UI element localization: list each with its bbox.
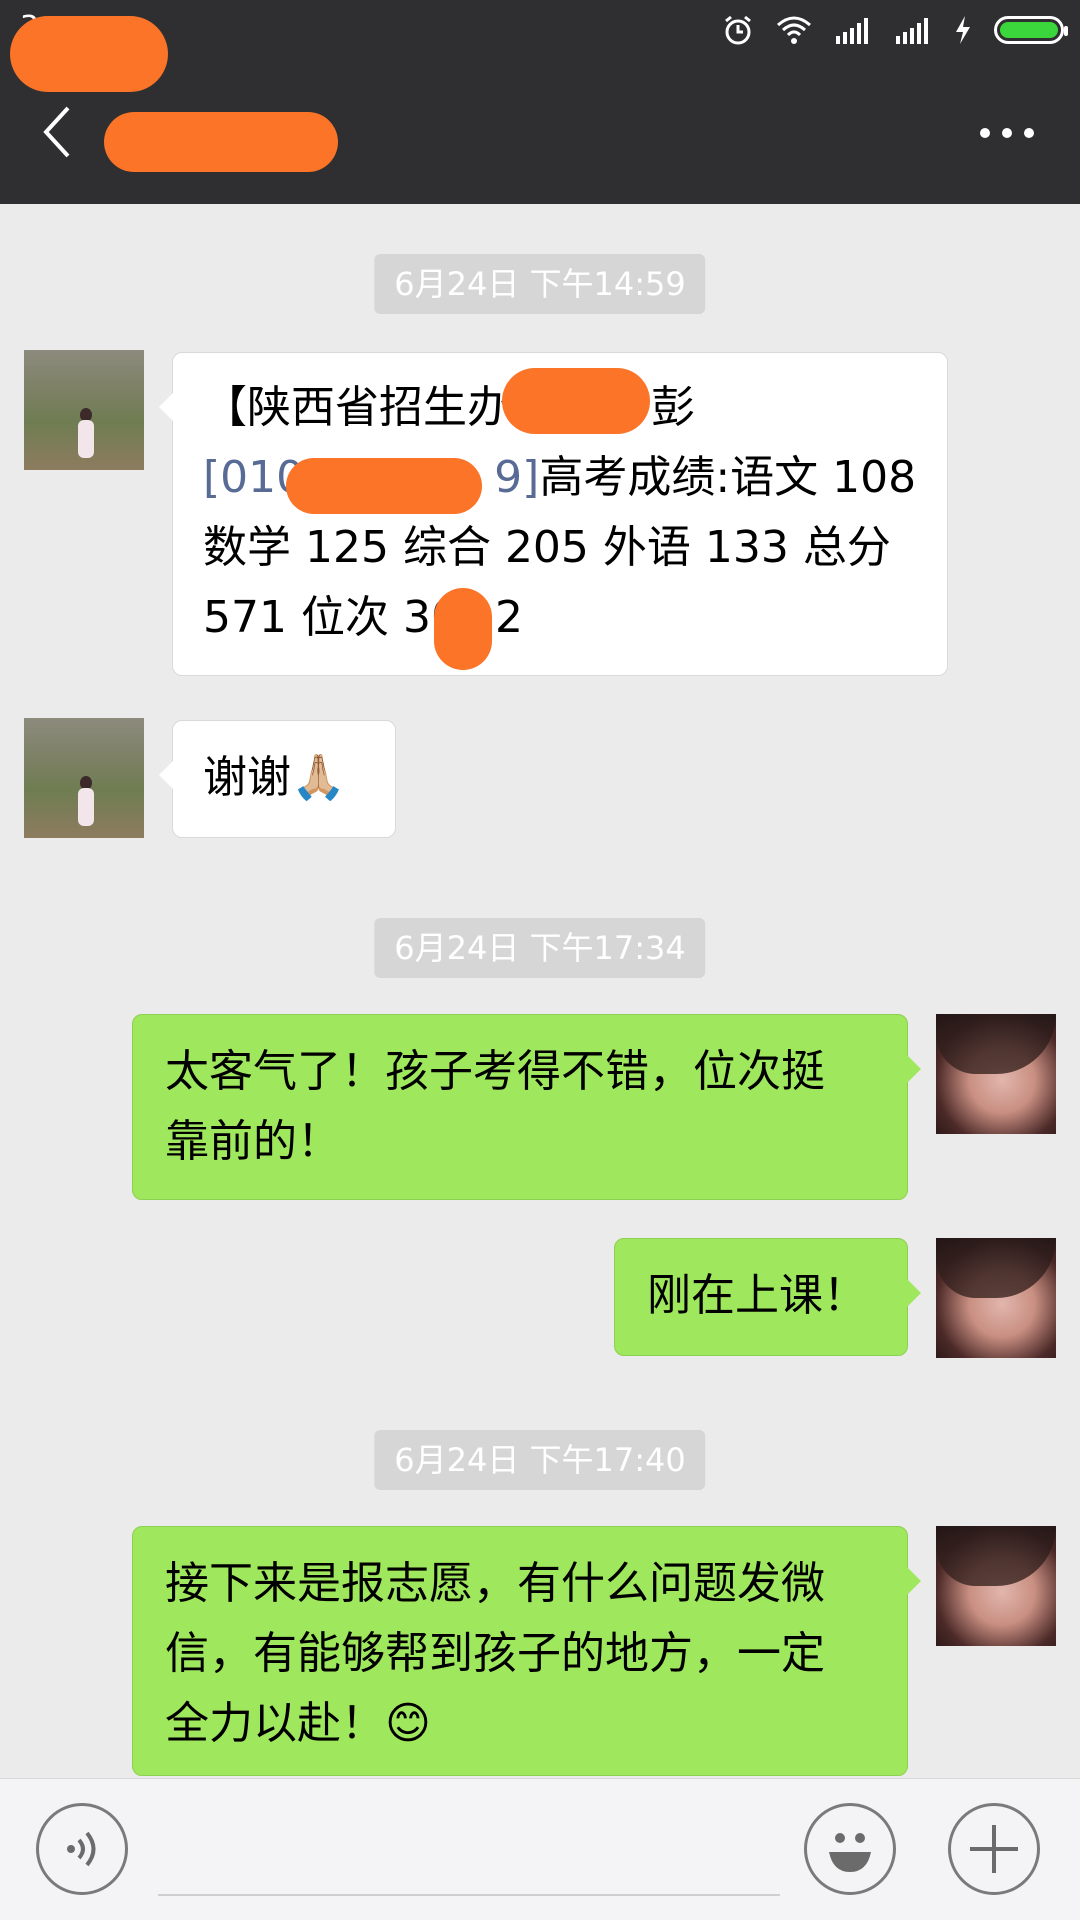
more-button[interactable]	[980, 118, 1040, 148]
plus-icon	[970, 1825, 1018, 1873]
charging-icon	[956, 16, 970, 44]
message-line: 信，有能够帮到孩子的地方，一定	[165, 1628, 825, 1679]
contact-avatar[interactable]	[24, 350, 144, 470]
input-bar	[0, 1778, 1080, 1920]
my-avatar[interactable]	[936, 1238, 1056, 1358]
chevron-left-icon	[43, 106, 70, 158]
signal-icon-1	[836, 18, 868, 44]
timestamp: 6月24日 下午17:34	[374, 918, 706, 978]
more-dots-icon	[980, 128, 990, 138]
voice-button[interactable]	[36, 1803, 128, 1895]
voice-icon	[67, 1831, 96, 1867]
redaction-mark	[104, 112, 338, 172]
contact-avatar[interactable]	[24, 718, 144, 838]
battery-icon	[994, 16, 1068, 44]
message-line: 571 位次 30 2	[203, 592, 523, 643]
back-button[interactable]	[38, 102, 88, 162]
add-button[interactable]	[948, 1803, 1040, 1895]
emoji-face-icon	[829, 1833, 871, 1872]
status-icons	[722, 10, 1068, 50]
wifi-icon	[777, 16, 811, 44]
redaction-mark	[10, 16, 168, 92]
signal-icon-2	[896, 18, 928, 44]
message-line: 全力以赴！😊	[165, 1698, 431, 1749]
message-line: 太客气了！孩子考得不错，位次挺	[165, 1046, 825, 1097]
timestamp: 6月24日 下午17:40	[374, 1430, 706, 1490]
outgoing-message-bubble[interactable]: 接下来是报志愿，有什么问题发微 信，有能够帮到孩子的地方，一定 全力以赴！😊	[132, 1526, 921, 1776]
message-input[interactable]	[158, 1894, 780, 1896]
emoji-button[interactable]	[804, 1803, 896, 1895]
alarm-icon	[725, 15, 751, 45]
my-avatar[interactable]	[936, 1526, 1056, 1646]
message-line: 靠前的！	[165, 1116, 341, 1167]
chat-screen: 3	[0, 0, 1080, 1920]
message-line: 接下来是报志愿，有什么问题发微	[165, 1558, 825, 1609]
redaction-mark	[502, 368, 650, 434]
message-line: 数学 125 综合 205 外语 133 总分	[203, 522, 891, 573]
outgoing-message-bubble[interactable]: 太客气了！孩子考得不错，位次挺 靠前的！	[132, 1014, 921, 1200]
outgoing-message-bubble[interactable]: 刚在上课！	[614, 1238, 921, 1356]
my-avatar[interactable]	[936, 1014, 1056, 1134]
redaction-mark	[434, 588, 492, 670]
top-bar: 3	[0, 0, 1080, 204]
timestamp: 6月24日 下午14:59	[374, 254, 706, 314]
incoming-message-bubble[interactable]: 谢谢🙏🏼	[159, 720, 396, 838]
smile-emoji: 😊	[385, 1698, 431, 1749]
redaction-mark	[286, 458, 482, 514]
praying-hands-emoji: 🙏🏼	[291, 752, 346, 803]
